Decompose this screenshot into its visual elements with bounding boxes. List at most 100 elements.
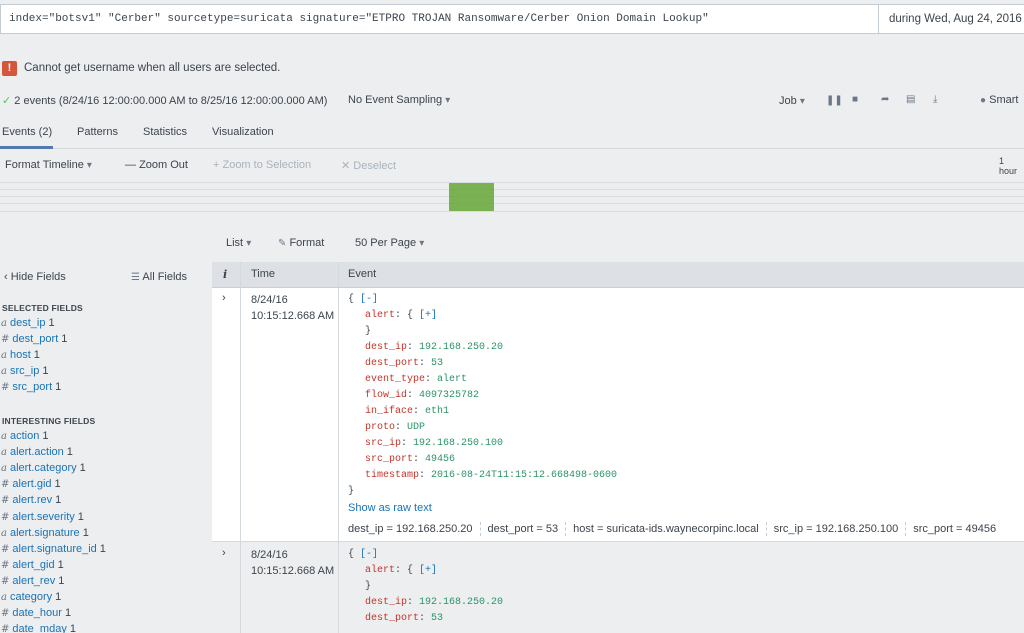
event-date: 8/24/16 [251,294,288,306]
field-count: 1 [66,446,73,459]
field-name[interactable]: src_ip [10,365,39,377]
json-alert-line: alert: { [+] [348,563,503,579]
tab-patterns[interactable]: Patterns [77,126,118,138]
sidebar-field-alert-signature[interactable]: a alert.signature 1 [1,527,89,539]
json-value[interactable]: 192.168.250.20 [419,597,503,608]
summary-field-src-ip[interactable]: src_ip = 192.168.250.100 [774,523,898,535]
collapse-toggle[interactable]: [-] [360,294,378,305]
zoom-out-button[interactable]: — Zoom Out [125,159,188,171]
field-name[interactable]: alert.gid [12,478,51,490]
field-name[interactable]: alert.signature [10,527,80,539]
sidebar-field-alert-category[interactable]: a alert.category 1 [1,462,86,474]
show-raw-link[interactable]: Show as raw text [348,502,432,514]
field-name[interactable]: alert.category [10,462,77,474]
sidebar-field-alert-gid[interactable]: # alert.gid 1 [1,478,61,490]
json-key: dest_port [365,358,420,369]
summary-field-dest-port[interactable]: dest_port = 53 [488,523,559,535]
time-range-picker[interactable]: during Wed, Aug 24, 2016 [878,4,1024,34]
sidebar-field-host[interactable]: a host 1 [1,349,40,361]
sidebar-field-action[interactable]: a action 1 [1,430,48,442]
field-name[interactable]: alert.signature_id [12,543,96,555]
expand-toggle[interactable]: [+] [419,310,437,321]
all-fields-button[interactable]: ☰ All Fields [131,271,187,283]
share-icon[interactable]: ➦ [881,94,889,105]
event-time: 8/24/16 10:15:12.668 AM [251,292,334,324]
field-name[interactable]: date_hour [12,607,62,619]
search-mode-dropdown[interactable]: ● Smart [980,94,1018,106]
json-value[interactable]: eth1 [425,406,449,417]
sidebar-field-alert-rev[interactable]: # alert_rev 1 [1,575,64,587]
summary-value[interactable]: 192.168.250.20 [396,523,472,535]
field-name[interactable]: dest_port [12,333,58,345]
event-column-header: Event [348,268,377,280]
collapse-toggle[interactable]: [-] [360,549,378,560]
sidebar-field-category[interactable]: a category 1 [1,591,61,603]
summary-value[interactable]: 192.168.250.100 [816,523,899,535]
search-input[interactable]: index="botsv1" "Cerber" sourcetype=suric… [0,4,878,34]
summary-value[interactable]: 53 [546,523,558,535]
event-sampling-dropdown[interactable]: No Event Sampling ▾ [348,94,450,106]
sidebar-field-alert-rev[interactable]: # alert.rev 1 [1,494,61,506]
json-colon: : { [395,310,420,321]
field-type-icon: # [1,608,10,620]
sidebar-field-dest-port[interactable]: # dest_port 1 [1,333,67,345]
export-icon[interactable]: ⤓ [933,94,937,105]
format-button[interactable]: ✎ Format [278,237,324,249]
time-column-header[interactable]: Time [251,268,275,280]
tab-statistics[interactable]: Statistics [143,126,187,138]
field-name[interactable]: host [10,349,31,361]
json-value[interactable]: 2016-08-24T11:15:12.668498-0600 [431,470,617,481]
sidebar-field-src-port[interactable]: # src_port 1 [1,381,61,393]
json-value[interactable]: 49456 [425,454,455,465]
sidebar-field-alert-severity[interactable]: # alert.severity 1 [1,511,84,523]
expand-row-icon[interactable]: › [222,547,226,559]
field-name[interactable]: alert.action [10,446,64,458]
hide-fields-button[interactable]: ‹ Hide Fields [4,271,66,283]
summary-field-src-port[interactable]: src_port = 49456 [913,523,996,535]
field-name[interactable]: alert.severity [12,511,74,523]
field-name[interactable]: alert.rev [12,494,52,506]
json-value[interactable]: 53 [431,613,443,624]
expand-toggle[interactable]: [+] [419,565,437,576]
summary-field-host[interactable]: host = suricata-ids.waynecorpinc.local [573,523,759,535]
sidebar-field-date-mday[interactable]: # date_mday 1 [1,623,76,633]
summary-value[interactable]: suricata-ids.waynecorpinc.local [607,523,759,535]
json-open-line: { [-] [348,547,503,563]
job-menu-button[interactable]: Job ▾ [779,95,805,107]
sidebar-field-date-hour[interactable]: # date_hour 1 [1,607,71,619]
summary-equals: = [952,522,966,535]
field-name[interactable]: alert_gid [12,559,54,571]
format-timeline-button[interactable]: Format Timeline ▾ [5,159,92,171]
summary-field-dest-ip[interactable]: dest_ip = 192.168.250.20 [348,523,473,535]
timeline-bar[interactable] [449,183,494,211]
field-name[interactable]: alert_rev [12,575,55,587]
field-name[interactable]: action [10,430,39,442]
print-icon[interactable]: ▤ [906,94,915,105]
tab-visualization[interactable]: Visualization [212,126,274,138]
json-value[interactable]: alert [437,374,467,385]
summary-value[interactable]: 49456 [966,523,997,535]
field-name[interactable]: src_port [12,381,52,393]
deselect-button[interactable]: ✕ Deselect [341,159,396,172]
pause-icon[interactable]: ❚❚ [826,95,843,106]
list-view-dropdown[interactable]: List ▾ [226,237,251,249]
field-name[interactable]: category [10,591,52,603]
field-name[interactable]: date_mday [12,623,66,633]
json-value[interactable]: 192.168.250.100 [413,438,503,449]
sidebar-field-alert-gid[interactable]: # alert_gid 1 [1,559,64,571]
stop-icon[interactable]: ■ [852,94,858,105]
json-value[interactable]: 192.168.250.20 [419,342,503,353]
tab-events[interactable]: Events (2) [2,126,52,138]
sidebar-field-src-ip[interactable]: a src_ip 1 [1,365,48,377]
json-value[interactable]: 4097325782 [419,390,479,401]
field-name[interactable]: dest_ip [10,317,45,329]
zoom-to-selection-button[interactable]: + Zoom to Selection [213,159,311,171]
sidebar-field-alert-signature-id[interactable]: # alert.signature_id 1 [1,543,106,555]
json-value[interactable]: 53 [431,358,443,369]
json-value[interactable]: UDP [407,422,425,433]
timeline-gridline [0,196,1024,197]
per-page-dropdown[interactable]: 50 Per Page ▾ [355,237,424,249]
sidebar-field-dest-ip[interactable]: a dest_ip 1 [1,317,55,329]
sidebar-field-alert-action[interactable]: a alert.action 1 [1,446,73,458]
expand-row-icon[interactable]: › [222,292,226,304]
